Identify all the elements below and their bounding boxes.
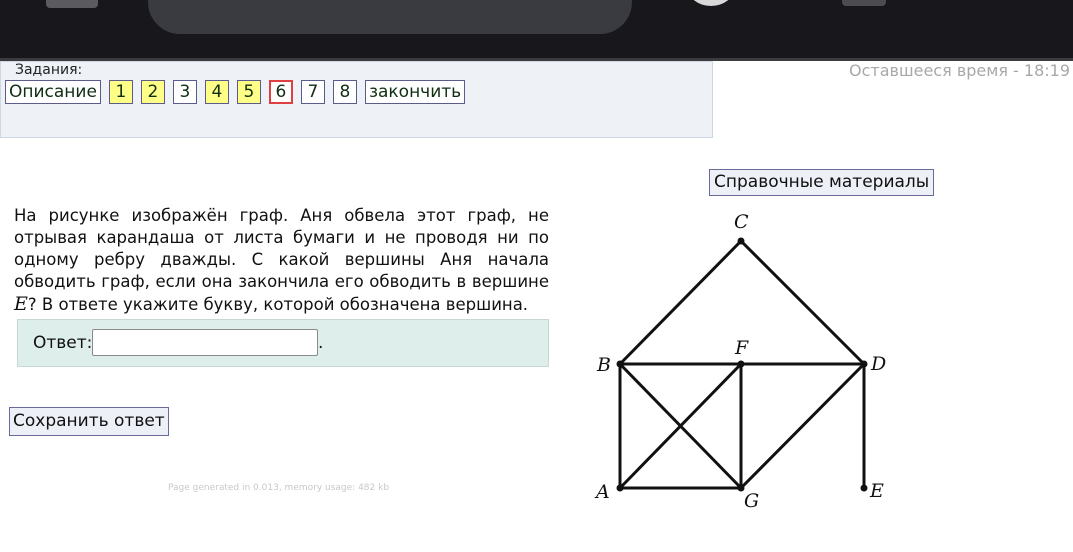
tab-task-7[interactable]: 7 bbox=[300, 80, 325, 104]
save-answer-button[interactable]: Сохранить ответ bbox=[9, 407, 169, 436]
vertex-label-c: C bbox=[734, 211, 749, 233]
reference-materials-button[interactable]: Справочные материалы bbox=[709, 169, 935, 196]
top-bar-icon bbox=[46, 0, 98, 8]
vertex-label-g: G bbox=[744, 490, 759, 512]
vertex-label-d: D bbox=[870, 353, 886, 375]
tasks-label: Задания: bbox=[15, 62, 83, 78]
problem-vertex: E bbox=[14, 293, 28, 315]
task-tabs: Описание 1 2 3 4 5 6 7 8 закончить bbox=[5, 80, 466, 104]
graph-vertex-a bbox=[616, 484, 624, 492]
vertex-label-b: B bbox=[596, 354, 611, 376]
tab-task-2[interactable]: 2 bbox=[140, 80, 165, 104]
vertex-label-e: E bbox=[869, 480, 884, 502]
tab-task-1[interactable]: 1 bbox=[108, 80, 133, 104]
top-bar-button[interactable] bbox=[688, 0, 734, 6]
tab-task-5[interactable]: 5 bbox=[236, 80, 261, 104]
vertex-label-a: A bbox=[594, 481, 610, 503]
tasks-panel: Задания: Описание 1 2 3 4 5 6 7 8 законч… bbox=[0, 61, 713, 138]
browser-top-bar bbox=[0, 0, 1073, 61]
problem-text: На рисунке изображён граф. Аня обвела эт… bbox=[14, 205, 549, 316]
top-bar-icon bbox=[842, 0, 886, 6]
graph-vertex-f bbox=[737, 360, 745, 368]
tab-task-8[interactable]: 8 bbox=[332, 80, 357, 104]
graph-edge-cb bbox=[618, 239, 743, 366]
answer-suffix: . bbox=[318, 333, 324, 353]
graph-vertex-c bbox=[737, 237, 745, 245]
finish-button[interactable]: закончить bbox=[364, 80, 466, 104]
problem-text-start: На рисунке изображён граф. Аня обвела эт… bbox=[14, 206, 549, 291]
graph-vertex-e bbox=[860, 484, 868, 492]
address-bar[interactable] bbox=[148, 0, 632, 34]
graph-vertex-d bbox=[860, 360, 868, 368]
graph-figure: C B F D A G E bbox=[594, 211, 886, 512]
graph-vertex-b bbox=[616, 360, 624, 368]
page-generated-note: Page generated in 0.013, memory usage: 4… bbox=[168, 483, 390, 493]
problem-text-end: ? В ответе укажите букву, которой обозна… bbox=[27, 295, 529, 314]
tab-description[interactable]: Описание bbox=[5, 80, 101, 104]
answer-box: Ответ: . bbox=[17, 319, 549, 367]
tab-task-3[interactable]: 3 bbox=[172, 80, 197, 104]
vertex-label-f: F bbox=[734, 337, 749, 359]
graph-edge-gd bbox=[739, 362, 866, 490]
graph-edge-cd bbox=[739, 239, 866, 366]
answer-input[interactable] bbox=[92, 329, 318, 356]
remaining-time: Оставшееся время - 18:19 bbox=[849, 61, 1070, 80]
tab-task-6[interactable]: 6 bbox=[268, 80, 293, 104]
answer-label: Ответ: bbox=[33, 333, 93, 353]
tab-task-4[interactable]: 4 bbox=[204, 80, 229, 104]
